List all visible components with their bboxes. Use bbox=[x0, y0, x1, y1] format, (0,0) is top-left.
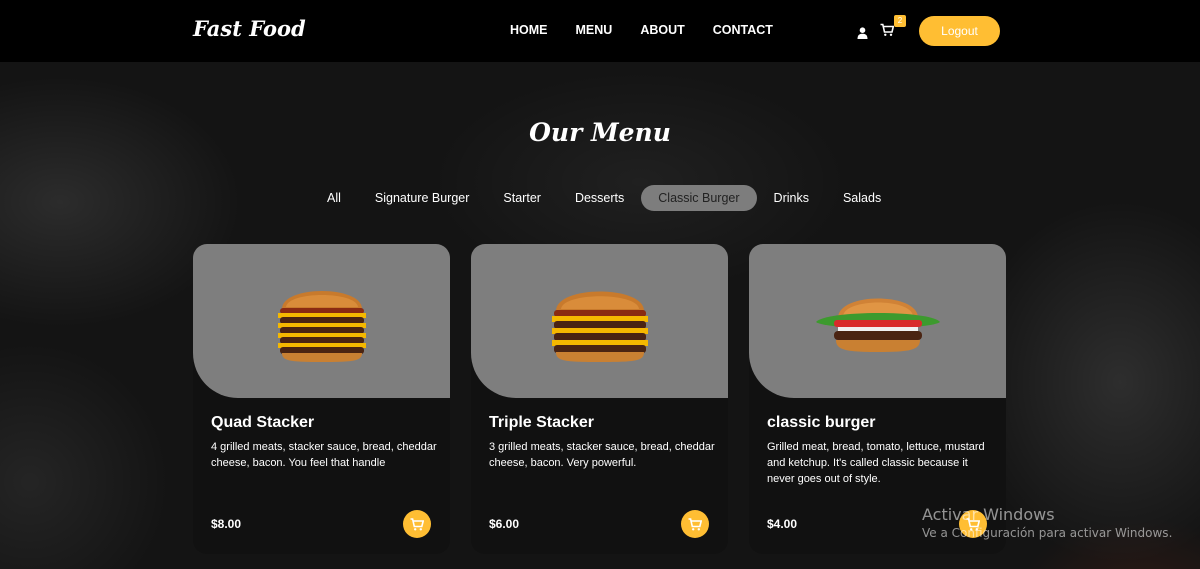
card-description: Grilled meat, bread, tomato, lettuce, mu… bbox=[767, 441, 985, 485]
nav-contact[interactable]: CONTACT bbox=[713, 23, 773, 37]
section-title: Our Menu bbox=[529, 118, 671, 147]
menu-card: Triple Stacker 3 grilled meats, stacker … bbox=[471, 244, 728, 554]
card-title: Triple Stacker bbox=[489, 414, 594, 431]
card-title: classic burger bbox=[767, 414, 876, 431]
brand-logo[interactable]: Fast Food bbox=[193, 16, 306, 41]
card-title: Quad Stacker bbox=[211, 414, 315, 431]
top-navbar: Fast Food HOME MENU ABOUT CONTACT 2 Logo… bbox=[0, 0, 1200, 62]
main-nav: HOME MENU ABOUT CONTACT bbox=[510, 23, 801, 37]
cart-icon bbox=[688, 517, 702, 530]
burger-image bbox=[815, 298, 940, 352]
nav-menu[interactable]: MENU bbox=[576, 23, 613, 37]
filter-classic-burger[interactable]: Classic Burger bbox=[641, 185, 757, 211]
watermark-title: Activar Windows bbox=[922, 505, 1055, 524]
card-description: 3 grilled meats, stacker sauce, bread, c… bbox=[489, 441, 715, 469]
nav-home[interactable]: HOME bbox=[510, 23, 548, 37]
filter-desserts[interactable]: Desserts bbox=[558, 185, 641, 211]
menu-card: Quad Stacker 4 grilled meats, stacker sa… bbox=[193, 244, 450, 554]
card-image-area bbox=[193, 244, 450, 398]
filter-signature-burger[interactable]: Signature Burger bbox=[358, 185, 487, 211]
add-to-cart-button[interactable] bbox=[403, 510, 431, 538]
card-price: $4.00 bbox=[767, 517, 798, 531]
header-cart-icon[interactable]: 2 bbox=[880, 15, 906, 41]
card-description: 4 grilled meats, stacker sauce, bread, c… bbox=[211, 441, 437, 469]
filter-starter[interactable]: Starter bbox=[486, 185, 558, 211]
filter-drinks[interactable]: Drinks bbox=[757, 185, 826, 211]
cart-icon bbox=[410, 517, 424, 530]
card-price: $6.00 bbox=[489, 517, 520, 531]
menu-filters: All Signature Burger Starter Desserts Cl… bbox=[310, 184, 898, 212]
burger-image bbox=[551, 291, 648, 362]
filter-salads[interactable]: Salads bbox=[826, 185, 898, 211]
logout-button[interactable]: Logout bbox=[919, 16, 1000, 46]
card-image-area bbox=[471, 244, 728, 398]
nav-about[interactable]: ABOUT bbox=[640, 23, 684, 37]
user-icon[interactable] bbox=[857, 24, 868, 43]
card-price: $8.00 bbox=[211, 517, 242, 531]
watermark-subtitle: Ve a Configuración para activar Windows. bbox=[922, 526, 1173, 540]
windows-activation-watermark: Activar Windows Ve a Configuración para … bbox=[922, 505, 1172, 540]
card-image-area bbox=[749, 244, 1006, 398]
add-to-cart-button[interactable] bbox=[681, 510, 709, 538]
cart-count-badge: 2 bbox=[894, 15, 906, 27]
burger-image bbox=[277, 291, 366, 362]
filter-all[interactable]: All bbox=[310, 185, 358, 211]
